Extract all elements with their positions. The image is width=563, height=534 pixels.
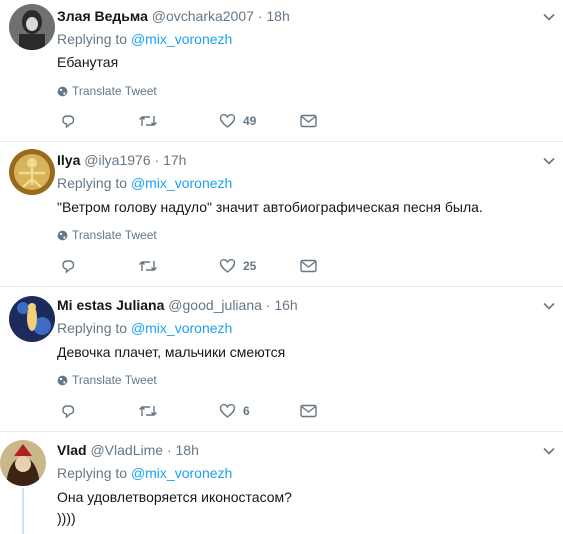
- retweet-icon: [139, 406, 157, 416]
- direct-message-button[interactable]: [300, 401, 317, 421]
- chevron-down-icon[interactable]: [543, 157, 555, 165]
- envelope-icon: [300, 404, 317, 418]
- globe-icon: [57, 230, 68, 241]
- envelope-icon: [300, 259, 317, 273]
- heart-icon: [219, 403, 236, 418]
- separator-dot: ·: [257, 8, 263, 24]
- tweet[interactable]: Злая Ведьма @ovcharka2007 · 18h Replying…: [0, 0, 563, 136]
- reply-icon: [62, 115, 75, 129]
- direct-message-button[interactable]: [300, 111, 317, 131]
- display-name[interactable]: Vlad: [57, 442, 87, 458]
- timestamp[interactable]: 16h: [274, 297, 297, 313]
- reply-icon: [62, 405, 75, 419]
- tweet-header: Mi estas Juliana @good_juliana · 16h: [57, 296, 298, 314]
- thread-line: [22, 488, 24, 534]
- separator-dot: ·: [265, 297, 271, 313]
- user-handle[interactable]: @good_juliana: [168, 297, 262, 313]
- tweet-text-line: )))): [57, 510, 76, 526]
- user-handle[interactable]: @ovcharka2007: [152, 8, 254, 24]
- tweet-header: Ilya @ilya1976 · 17h: [57, 151, 186, 169]
- translate-label: Translate Tweet: [72, 228, 157, 242]
- tweet[interactable]: Vlad @VladLime · 18h Replying to @mix_vo…: [0, 432, 563, 534]
- avatar[interactable]: [9, 149, 55, 195]
- chevron-down-icon[interactable]: [543, 13, 555, 21]
- user-handle[interactable]: @VladLime: [90, 442, 163, 458]
- chevron-down-icon[interactable]: [543, 302, 555, 310]
- direct-message-button[interactable]: [300, 256, 317, 276]
- replying-to-label: Replying to: [57, 31, 128, 47]
- tweet-header: Злая Ведьма @ovcharka2007 · 18h: [57, 7, 290, 25]
- replying-to-label: Replying to: [57, 320, 128, 336]
- tweet[interactable]: Mi estas Juliana @good_juliana · 16h Rep…: [0, 287, 563, 430]
- display-name[interactable]: Mi estas Juliana: [57, 297, 164, 313]
- envelope-icon: [300, 114, 317, 128]
- reply-icon: [62, 260, 75, 274]
- translate-tweet-link[interactable]: Translate Tweet: [57, 228, 157, 242]
- tweet-text: "Ветром голову надуло" значит автобиогра…: [57, 199, 483, 215]
- chevron-down-icon[interactable]: [543, 447, 555, 455]
- avatar[interactable]: [0, 440, 46, 486]
- reply-button[interactable]: [60, 111, 76, 131]
- like-button[interactable]: 6: [219, 401, 250, 421]
- avatar[interactable]: [9, 4, 55, 50]
- tweet[interactable]: Ilya @ilya1976 · 17h Replying to @mix_vo…: [0, 142, 563, 285]
- like-button[interactable]: 49: [219, 111, 256, 131]
- translate-label: Translate Tweet: [72, 373, 157, 387]
- retweet-button[interactable]: [138, 111, 158, 131]
- timestamp[interactable]: 18h: [266, 8, 289, 24]
- reply-button[interactable]: [60, 256, 76, 276]
- retweet-button[interactable]: [138, 256, 158, 276]
- retweet-icon: [139, 261, 157, 271]
- user-handle[interactable]: @ilya1976: [84, 152, 150, 168]
- like-count: 6: [243, 404, 250, 418]
- retweet-icon: [139, 116, 157, 126]
- translate-label: Translate Tweet: [72, 84, 157, 98]
- mention-link[interactable]: @mix_voronezh: [131, 320, 232, 336]
- globe-icon: [57, 375, 68, 386]
- like-button[interactable]: 25: [219, 256, 256, 276]
- retweet-button[interactable]: [138, 401, 158, 421]
- tweet-header: Vlad @VladLime · 18h: [57, 441, 199, 459]
- avatar[interactable]: [9, 296, 55, 342]
- display-name[interactable]: Злая Ведьма: [57, 8, 148, 24]
- like-count: 25: [243, 259, 257, 273]
- timestamp[interactable]: 17h: [163, 152, 186, 168]
- mention-link[interactable]: @mix_voronezh: [131, 31, 232, 47]
- mention-link[interactable]: @mix_voronezh: [131, 175, 232, 191]
- tweet-text: Девочка плачет, мальчики смеются: [57, 344, 286, 360]
- reply-button[interactable]: [60, 401, 76, 421]
- replying-to: Replying to @mix_voronezh: [57, 464, 232, 482]
- tweet-text: Она удовлетворяется иконостасом?: [57, 489, 292, 505]
- translate-tweet-link[interactable]: Translate Tweet: [57, 373, 157, 387]
- heart-icon: [219, 113, 236, 128]
- heart-icon: [219, 258, 236, 273]
- display-name[interactable]: Ilya: [57, 152, 80, 168]
- replying-to: Replying to @mix_voronezh: [57, 30, 232, 48]
- like-count: 49: [243, 114, 257, 128]
- tweet-text: Ебанутая: [57, 54, 119, 70]
- separator-dot: ·: [154, 152, 160, 168]
- timestamp[interactable]: 18h: [176, 442, 199, 458]
- replying-to-label: Replying to: [57, 175, 128, 191]
- translate-tweet-link[interactable]: Translate Tweet: [57, 84, 157, 98]
- globe-icon: [57, 86, 68, 97]
- separator-dot: ·: [166, 442, 172, 458]
- replying-to: Replying to @mix_voronezh: [57, 174, 232, 192]
- replying-to-label: Replying to: [57, 465, 128, 481]
- mention-link[interactable]: @mix_voronezh: [131, 465, 232, 481]
- replying-to: Replying to @mix_voronezh: [57, 319, 232, 337]
